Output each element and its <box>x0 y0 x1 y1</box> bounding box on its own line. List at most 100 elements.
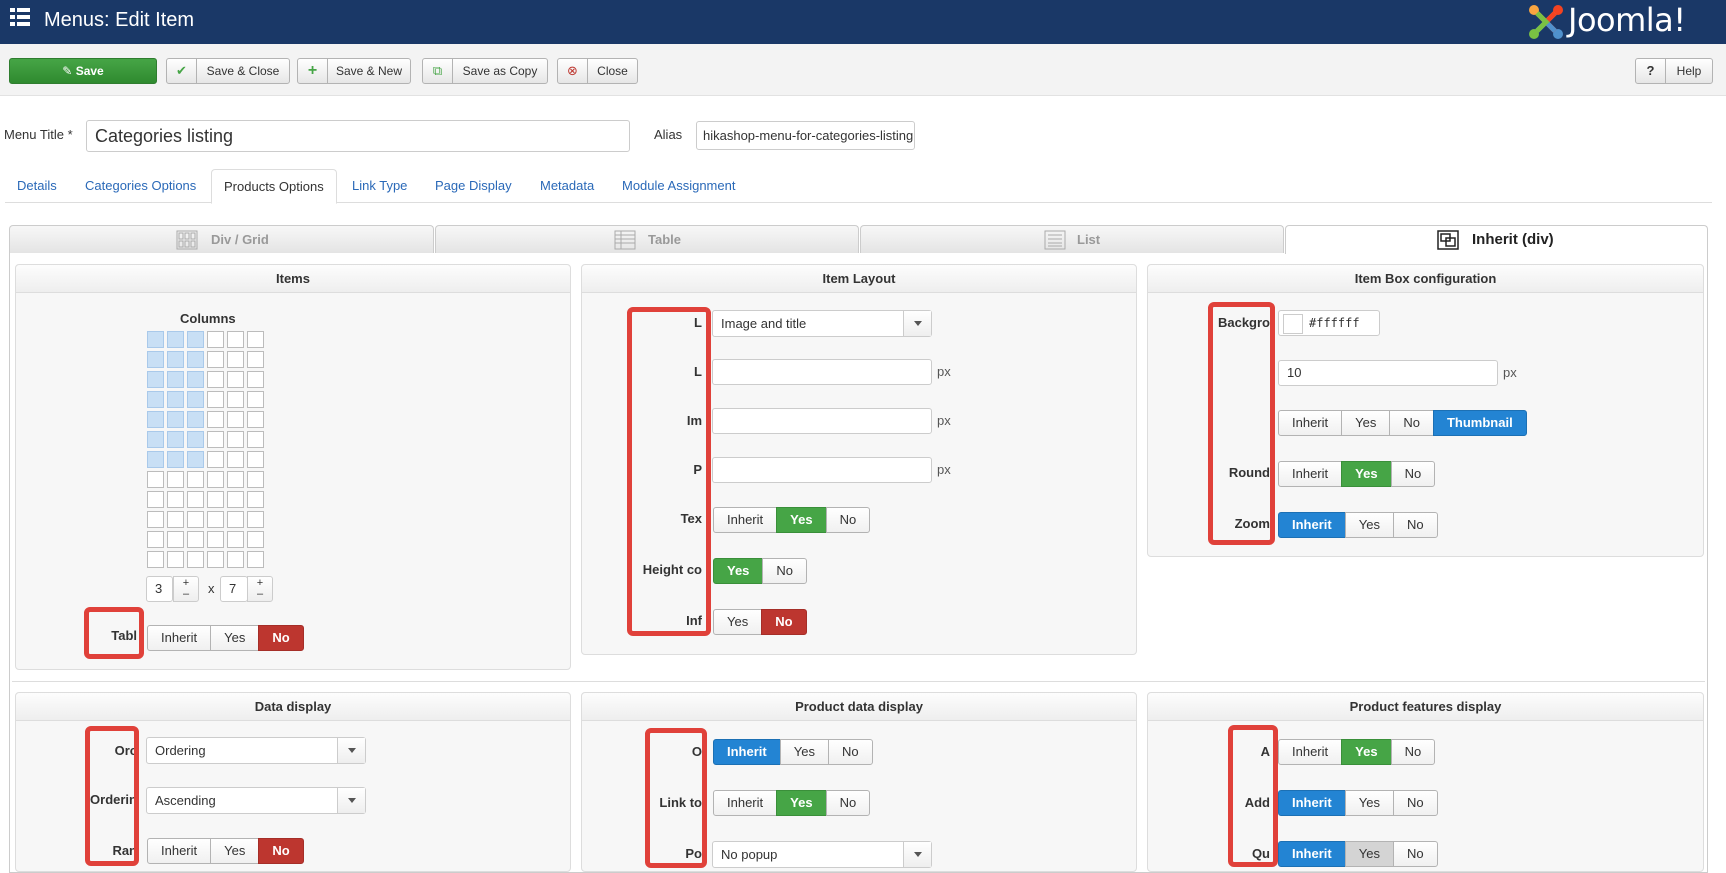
border-no-option[interactable]: No <box>1389 410 1434 436</box>
grid-cell[interactable] <box>227 491 244 508</box>
grid-cell[interactable] <box>247 391 264 408</box>
o-no-option[interactable]: No <box>827 739 873 765</box>
save-new-button[interactable]: + Save & New <box>297 58 411 84</box>
grid-cell[interactable] <box>167 411 184 428</box>
grid-cell[interactable] <box>207 351 224 368</box>
grid-cell[interactable] <box>167 491 184 508</box>
round-toggle[interactable]: Inherit Yes No <box>1278 461 1436 487</box>
o-toggle[interactable]: Inherit Yes No <box>713 739 873 765</box>
grid-cell[interactable] <box>167 431 184 448</box>
color-swatch[interactable] <box>1283 314 1303 334</box>
chevron-down-icon[interactable] <box>903 311 931 336</box>
grid-cell[interactable] <box>147 511 164 528</box>
grid-cell[interactable] <box>227 371 244 388</box>
popup-select[interactable]: No popup <box>712 841 932 868</box>
grid-cell[interactable] <box>147 331 164 348</box>
link-to-toggle[interactable]: Inherit Yes No <box>713 790 871 816</box>
grid-cell[interactable] <box>247 551 264 568</box>
qu-toggle[interactable]: Inherit Yes No <box>1278 841 1438 867</box>
alias-input[interactable]: hikashop-menu-for-categories-listing <box>696 121 915 150</box>
close-button[interactable]: ⊗ Close <box>557 58 638 84</box>
minus-icon[interactable]: – <box>257 588 263 600</box>
random-no-option[interactable]: No <box>258 838 304 864</box>
chevron-down-icon[interactable] <box>337 738 365 763</box>
grid-cell[interactable] <box>247 371 264 388</box>
grid-cell[interactable] <box>247 531 264 548</box>
grid-cell[interactable] <box>227 331 244 348</box>
grid-cell[interactable] <box>187 411 204 428</box>
grid-cell[interactable] <box>187 531 204 548</box>
grid-cell[interactable] <box>247 491 264 508</box>
layout-tab-table[interactable]: Table <box>435 225 859 253</box>
save-close-button[interactable]: ✔ Save & Close <box>166 58 290 84</box>
chevron-down-icon[interactable] <box>337 788 365 813</box>
border-toggle[interactable]: Inherit Yes No Thumbnail <box>1278 410 1527 436</box>
grid-cell[interactable] <box>187 351 204 368</box>
layout-tab-div-grid[interactable]: Div / Grid <box>9 225 434 253</box>
grid-cell[interactable] <box>187 391 204 408</box>
qu-no-option[interactable]: No <box>1392 841 1438 867</box>
save-copy-button[interactable]: ⧉ Save as Copy <box>422 58 548 84</box>
grid-cell[interactable] <box>167 451 184 468</box>
grid-cell[interactable] <box>207 531 224 548</box>
add-toggle[interactable]: Inherit Yes No <box>1278 790 1438 816</box>
grid-cell[interactable] <box>167 551 184 568</box>
grid-cell[interactable] <box>187 451 204 468</box>
link-inherit-option[interactable]: Inherit <box>713 790 778 816</box>
text-yes-option[interactable]: Yes <box>776 507 827 533</box>
order-select[interactable]: Ordering <box>146 737 366 764</box>
a-inherit-option[interactable]: Inherit <box>1278 739 1343 765</box>
grid-cell[interactable] <box>207 371 224 388</box>
grid-cell[interactable] <box>207 511 224 528</box>
box-padding-input[interactable]: 10 <box>1278 360 1498 386</box>
round-inherit-option[interactable]: Inherit <box>1278 461 1343 487</box>
ordering-direction-select[interactable]: Ascending <box>146 787 366 814</box>
qu-yes-option[interactable]: Yes <box>1344 841 1394 867</box>
save-button[interactable]: ✎ Save <box>9 58 157 84</box>
height-toggle[interactable]: Yes No <box>713 558 808 584</box>
grid-cell[interactable] <box>207 451 224 468</box>
columns-stepper[interactable]: + – <box>173 576 199 602</box>
o-inherit-option[interactable]: Inherit <box>713 739 781 765</box>
add-no-option[interactable]: No <box>1392 790 1438 816</box>
grid-cell[interactable] <box>147 431 164 448</box>
grid-cell[interactable] <box>187 431 204 448</box>
a-no-option[interactable]: No <box>1390 739 1436 765</box>
grid-cell[interactable] <box>167 471 184 488</box>
round-no-option[interactable]: No <box>1390 461 1436 487</box>
grid-cell[interactable] <box>207 331 224 348</box>
grid-cell[interactable] <box>227 411 244 428</box>
grid-cell[interactable] <box>227 551 244 568</box>
grid-cell[interactable] <box>187 551 204 568</box>
grid-cell[interactable] <box>147 391 164 408</box>
random-yes-option[interactable]: Yes <box>210 838 260 864</box>
columns-grid[interactable] <box>147 331 265 571</box>
list-menu-icon[interactable] <box>10 6 30 28</box>
table-yes-option[interactable]: Yes <box>210 625 260 651</box>
border-yes-option[interactable]: Yes <box>1341 410 1391 436</box>
minus-icon[interactable]: – <box>183 588 189 600</box>
rows-stepper[interactable]: + – <box>247 576 273 602</box>
tab-link-type[interactable]: Link Type <box>340 169 419 203</box>
link-yes-option[interactable]: Yes <box>776 790 827 816</box>
qu-inherit-option[interactable]: Inherit <box>1278 841 1346 867</box>
a-toggle[interactable]: Inherit Yes No <box>1278 739 1436 765</box>
menu-title-input[interactable]: Categories listing <box>86 120 630 152</box>
grid-cell[interactable] <box>207 391 224 408</box>
text-no-option[interactable]: No <box>825 507 871 533</box>
grid-cell[interactable] <box>227 391 244 408</box>
border-inherit-option[interactable]: Inherit <box>1278 410 1343 436</box>
grid-cell[interactable] <box>207 411 224 428</box>
info-toggle[interactable]: Yes No <box>713 609 807 635</box>
layout-select[interactable]: Image and title <box>712 310 932 337</box>
image-input[interactable] <box>712 408 932 434</box>
grid-cell[interactable] <box>187 331 204 348</box>
zoom-no-option[interactable]: No <box>1392 512 1438 538</box>
grid-cell[interactable] <box>167 331 184 348</box>
grid-cell[interactable] <box>187 491 204 508</box>
round-yes-option[interactable]: Yes <box>1341 461 1392 487</box>
grid-cell[interactable] <box>147 531 164 548</box>
info-no-option[interactable]: No <box>761 609 807 635</box>
grid-cell[interactable] <box>187 471 204 488</box>
o-yes-option[interactable]: Yes <box>779 739 829 765</box>
